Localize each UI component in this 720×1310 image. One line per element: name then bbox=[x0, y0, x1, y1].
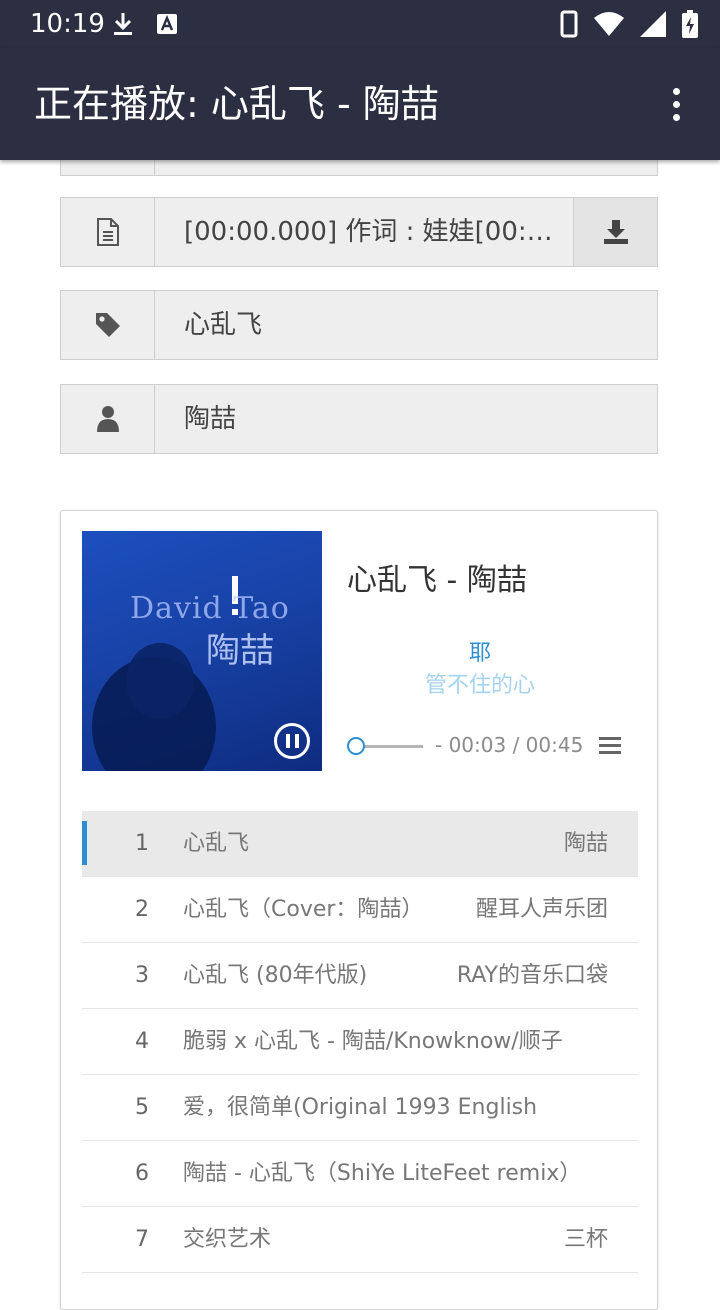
more-vert-icon bbox=[672, 87, 680, 95]
pause-button[interactable] bbox=[274, 723, 310, 759]
playlist-item-title: 心乱飞 (80年代版) bbox=[183, 963, 368, 988]
overflow-menu-button[interactable] bbox=[656, 84, 696, 124]
document-icon bbox=[96, 218, 119, 246]
playlist-item-number: 6 bbox=[135, 1161, 149, 1186]
artist-field: 陶喆 bbox=[60, 384, 658, 454]
app-bar: 正在播放: 心乱飞 - 陶喆 bbox=[0, 48, 720, 160]
playlist-item-number: 2 bbox=[135, 897, 149, 922]
lyric-next-line: 管不住的心 bbox=[424, 673, 535, 698]
playlist-item-artist: 醒耳人声乐团 bbox=[475, 897, 608, 922]
list-icon bbox=[599, 737, 621, 740]
playlist-item-artist: 三杯 bbox=[563, 1227, 608, 1252]
playlist-item[interactable]: 5 爱，很简单(Original 1993 English bbox=[82, 1075, 638, 1141]
playlist-item[interactable]: 7 交织艺术 三杯 bbox=[82, 1207, 638, 1273]
title-addon bbox=[61, 291, 155, 359]
playlist-item-title: 交织艺术 bbox=[183, 1227, 272, 1252]
signal-icon bbox=[640, 11, 666, 37]
playlist-item-artist: RAY的音乐口袋 bbox=[456, 963, 608, 988]
playlist-item[interactable]: 1 心乱飞 陶喆 bbox=[82, 811, 638, 877]
music-player: David Tao 陶喆 心乱飞 - 陶喆 耶 管不住的心 - 00:03 / … bbox=[60, 510, 658, 1310]
playlist-item-number: 3 bbox=[135, 963, 149, 988]
title-field: 心乱飞 bbox=[60, 290, 658, 360]
playlist-item-number: 1 bbox=[135, 831, 149, 856]
playlist: 1 心乱飞 陶喆 2 心乱飞（Cover：陶喆） 醒耳人声乐团 3 心乱飞 (80年代版) RA… bbox=[82, 811, 638, 1273]
artist-value: 陶喆 bbox=[184, 404, 237, 434]
phone-icon bbox=[560, 10, 578, 38]
status-bar: 10:19 bbox=[0, 0, 720, 48]
playlist-item-title: 陶喆 - 心乱飞（ShiYe LiteFeet remix） bbox=[183, 1161, 582, 1186]
now-playing-title: 心乱飞 - 陶喆 bbox=[347, 563, 527, 598]
lyrics-value: [00:00.000] 作词 : 娃娃[00:0... bbox=[184, 217, 564, 247]
download-notification-icon bbox=[114, 13, 132, 35]
status-time: 10:19 bbox=[30, 9, 105, 39]
user-icon bbox=[96, 406, 119, 432]
playlist-item-number: 4 bbox=[135, 1029, 149, 1054]
page-title: 正在播放: 心乱飞 - 陶喆 bbox=[34, 82, 439, 126]
wifi-icon bbox=[594, 12, 624, 36]
playlist-item-number: 7 bbox=[135, 1227, 149, 1252]
playlist-item-title: 心乱飞 bbox=[183, 831, 250, 856]
playlist-toggle-button[interactable] bbox=[599, 737, 621, 754]
playlist-item-title: 脆弱 x 心乱飞 - 陶喆/Knowknow/顺子 bbox=[183, 1029, 563, 1054]
progress-thumb[interactable] bbox=[347, 737, 366, 755]
cover-text-chinese: 陶喆 bbox=[206, 631, 274, 671]
title-value: 心乱飞 bbox=[184, 310, 263, 340]
battery-charging-icon bbox=[682, 10, 698, 38]
playlist-item-title: 心乱飞（Cover：陶喆） bbox=[183, 897, 424, 922]
keyboard-a-icon bbox=[157, 14, 177, 34]
time-readout: - 00:03 / 00:45 bbox=[435, 733, 584, 757]
artist-addon bbox=[61, 385, 155, 453]
download-icon bbox=[603, 220, 628, 244]
playlist-item[interactable]: 6 陶喆 - 心乱飞（ShiYe LiteFeet remix） bbox=[82, 1141, 638, 1207]
pause-icon bbox=[285, 734, 290, 748]
playlist-item[interactable]: 4 脆弱 x 心乱飞 - 陶喆/Knowknow/顺子 bbox=[82, 1009, 638, 1075]
cover-text-english: David Tao bbox=[130, 591, 290, 626]
album-cover: David Tao 陶喆 bbox=[82, 531, 322, 771]
playlist-item-number: 5 bbox=[135, 1095, 149, 1120]
playlist-item-title: 爱，很简单(Original 1993 English bbox=[183, 1095, 538, 1120]
lyrics-field: [00:00.000] 作词 : 娃娃[00:0... bbox=[60, 197, 658, 267]
lyric-current-line: 耶 bbox=[468, 641, 491, 666]
playlist-item[interactable]: 3 心乱飞 (80年代版) RAY的音乐口袋 bbox=[82, 943, 638, 1009]
lyrics-addon bbox=[61, 198, 155, 266]
download-lyrics-button[interactable] bbox=[573, 198, 657, 266]
playlist-item[interactable]: 2 心乱飞（Cover：陶喆） 醒耳人声乐团 bbox=[82, 877, 638, 943]
playlist-item-artist: 陶喆 bbox=[563, 831, 608, 856]
tag-icon bbox=[95, 313, 120, 337]
